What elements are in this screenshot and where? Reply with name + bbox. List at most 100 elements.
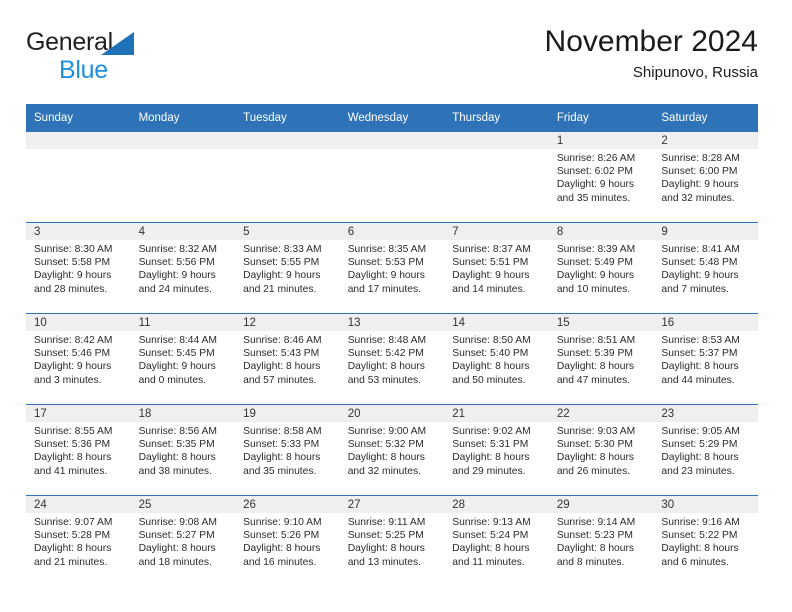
day-sun-info: Sunrise: 9:10 AM Sunset: 5:26 PM Daylight:… [235, 513, 340, 569]
generalblue-logo[interactable]: General Blue [26, 30, 246, 92]
day-number: 15 [548, 314, 654, 331]
calendar-day-cell[interactable]: 19 Sunrise: 8:58 AM Sunset: 5:33 PM Dayligh… [235, 404, 340, 496]
calendar-day-cell[interactable]: 20 Sunrise: 9:00 AM Sunset: 5:32 PM Dayligh… [339, 404, 445, 496]
calendar-day-cell[interactable]: 10 Sunrise: 8:42 AM Sunset: 5:46 PM Dayligh… [26, 313, 131, 405]
day-number: 28 [444, 496, 549, 513]
calendar-week-row: 24 Sunrise: 9:07 AM Sunset: 5:28 PM Dayligh… [26, 495, 758, 586]
calendar-cell-empty [130, 132, 236, 223]
calendar-day-cell[interactable]: 2 Sunrise: 8:28 AM Sunset: 6:00 PM Daylight… [653, 132, 758, 223]
day-sun-info: Sunrise: 8:48 AM Sunset: 5:42 PM Daylight:… [340, 331, 445, 387]
calendar-day-cell[interactable]: 24 Sunrise: 9:07 AM Sunset: 5:28 PM Dayligh… [26, 495, 131, 586]
daylight-text-line1: Daylight: 9 hours [661, 270, 739, 282]
calendar-day-cell[interactable]: 6 Sunrise: 8:35 AM Sunset: 5:53 PM Daylight… [339, 222, 445, 314]
calendar-day-cell[interactable]: 17 Sunrise: 8:55 AM Sunset: 5:36 PM Dayligh… [26, 404, 131, 496]
calendar-day-cell[interactable]: 27 Sunrise: 9:11 AM Sunset: 5:25 PM Dayligh… [339, 495, 445, 586]
daylight-text-line1: Daylight: 9 hours [661, 179, 739, 191]
sunrise-text: Sunrise: 9:10 AM [243, 517, 322, 528]
day-sun-info: Sunrise: 8:39 AM Sunset: 5:49 PM Daylight:… [549, 240, 654, 296]
daylight-text-line2: and 10 minutes. [556, 283, 631, 295]
day-sun-info: Sunrise: 9:13 AM Sunset: 5:24 PM Daylight:… [444, 513, 549, 569]
day-sun-info: Sunrise: 8:42 AM Sunset: 5:46 PM Daylight:… [26, 331, 131, 387]
calendar-day-cell[interactable]: 4 Sunrise: 8:32 AM Sunset: 5:56 PM Daylight… [130, 222, 236, 314]
calendar-day-cell[interactable]: 13 Sunrise: 8:48 AM Sunset: 5:42 PM Dayligh… [339, 313, 445, 405]
day-number: 23 [653, 405, 758, 422]
daylight-text-line1: Daylight: 9 hours [34, 361, 112, 373]
calendar-day-cell[interactable]: 15 Sunrise: 8:51 AM Sunset: 5:39 PM Dayligh… [548, 313, 654, 405]
daylight-text-line1: Daylight: 9 hours [556, 179, 635, 191]
sunset-text: Sunset: 5:31 PM [452, 439, 529, 451]
day-cell-inner: 18 Sunrise: 8:56 AM Sunset: 5:35 PM Dayligh… [130, 405, 236, 493]
daylight-text-line2: and 44 minutes. [661, 374, 735, 386]
calendar-day-cell[interactable]: 22 Sunrise: 9:03 AM Sunset: 5:30 PM Dayligh… [548, 404, 654, 496]
day-cell-inner: 2 Sunrise: 8:28 AM Sunset: 6:00 PM Daylight… [653, 132, 758, 220]
weekday-header-monday: Monday [130, 104, 236, 132]
sunrise-text: Sunrise: 8:30 AM [34, 244, 113, 255]
weekday-header-wednesday: Wednesday [339, 104, 445, 132]
day-cell-inner: 10 Sunrise: 8:42 AM Sunset: 5:46 PM Dayligh… [26, 314, 131, 402]
daylight-text-line2: and 53 minutes. [347, 374, 421, 386]
sunset-text: Sunset: 6:00 PM [661, 166, 738, 178]
calendar-day-cell[interactable]: 16 Sunrise: 8:53 AM Sunset: 5:37 PM Dayligh… [653, 313, 758, 405]
calendar-day-cell[interactable]: 29 Sunrise: 9:14 AM Sunset: 5:23 PM Dayligh… [548, 495, 654, 586]
daylight-text-line2: and 16 minutes. [243, 556, 317, 568]
calendar-cell-empty [339, 132, 445, 223]
sunrise-text: Sunrise: 9:00 AM [347, 426, 427, 437]
sunset-text: Sunset: 5:33 PM [243, 439, 320, 451]
day-cell-inner: 17 Sunrise: 8:55 AM Sunset: 5:36 PM Dayligh… [26, 405, 131, 493]
calendar-page: General Blue November 2024 Shipunovo, Ru… [0, 0, 792, 612]
calendar-day-cell[interactable]: 12 Sunrise: 8:46 AM Sunset: 5:43 PM Dayligh… [235, 313, 340, 405]
day-sun-info: Sunrise: 8:50 AM Sunset: 5:40 PM Daylight:… [444, 331, 549, 387]
daylight-text-line2: and 41 minutes. [34, 465, 108, 477]
calendar-day-cell[interactable]: 5 Sunrise: 8:33 AM Sunset: 5:55 PM Daylight… [235, 222, 340, 314]
sunrise-text: Sunrise: 9:11 AM [347, 517, 426, 528]
sunrise-text: Sunrise: 8:44 AM [138, 335, 217, 346]
calendar-day-cell[interactable]: 14 Sunrise: 8:50 AM Sunset: 5:40 PM Dayligh… [444, 313, 549, 405]
calendar-day-cell[interactable]: 26 Sunrise: 9:10 AM Sunset: 5:26 PM Dayligh… [235, 495, 340, 586]
calendar-day-cell[interactable]: 7 Sunrise: 8:37 AM Sunset: 5:51 PM Daylight… [444, 222, 549, 314]
sunrise-text: Sunrise: 8:35 AM [347, 244, 427, 255]
daylight-text-line2: and 11 minutes. [452, 556, 525, 568]
calendar-week-row: 3 Sunrise: 8:30 AM Sunset: 5:58 PM Daylight… [26, 222, 758, 314]
daylight-text-line2: and 6 minutes. [661, 556, 729, 568]
sunset-text: Sunset: 5:58 PM [34, 257, 111, 269]
day-cell-inner: 28 Sunrise: 9:13 AM Sunset: 5:24 PM Dayligh… [444, 496, 549, 584]
daylight-text-line2: and 21 minutes. [34, 556, 108, 568]
sunset-text: Sunset: 5:55 PM [243, 257, 320, 269]
sunset-text: Sunset: 5:39 PM [556, 348, 633, 360]
calendar-day-cell[interactable]: 18 Sunrise: 8:56 AM Sunset: 5:35 PM Dayligh… [130, 404, 236, 496]
calendar-day-cell[interactable]: 23 Sunrise: 9:05 AM Sunset: 5:29 PM Dayligh… [653, 404, 758, 496]
calendar-day-cell[interactable]: 9 Sunrise: 8:41 AM Sunset: 5:48 PM Daylight… [653, 222, 758, 314]
daylight-text-line2: and 17 minutes. [347, 283, 421, 295]
day-number: 30 [653, 496, 758, 513]
daylight-text-line1: Daylight: 8 hours [661, 452, 739, 464]
calendar-day-cell[interactable]: 11 Sunrise: 8:44 AM Sunset: 5:45 PM Dayligh… [130, 313, 236, 405]
daylight-text-line2: and 3 minutes. [34, 374, 102, 386]
day-cell-inner: 25 Sunrise: 9:08 AM Sunset: 5:27 PM Dayligh… [130, 496, 236, 584]
logo-text-blue: Blue [59, 56, 108, 84]
day-number: 13 [339, 314, 445, 331]
day-number [444, 132, 549, 149]
day-number: 3 [26, 223, 131, 240]
sunset-text: Sunset: 5:35 PM [138, 439, 215, 451]
calendar-day-cell[interactable]: 25 Sunrise: 9:08 AM Sunset: 5:27 PM Dayligh… [130, 495, 236, 586]
sunrise-text: Sunrise: 8:53 AM [661, 335, 740, 346]
sunset-text: Sunset: 5:27 PM [138, 530, 215, 542]
daylight-text-line1: Daylight: 9 hours [243, 270, 321, 282]
calendar-day-cell[interactable]: 21 Sunrise: 9:02 AM Sunset: 5:31 PM Dayligh… [444, 404, 549, 496]
day-sun-info: Sunrise: 8:46 AM Sunset: 5:43 PM Daylight:… [235, 331, 340, 387]
calendar-day-cell[interactable]: 28 Sunrise: 9:13 AM Sunset: 5:24 PM Dayligh… [444, 495, 549, 586]
sunset-text: Sunset: 5:24 PM [452, 530, 529, 542]
day-sun-info: Sunrise: 9:05 AM Sunset: 5:29 PM Daylight:… [653, 422, 758, 478]
sunset-text: Sunset: 6:02 PM [556, 166, 633, 178]
calendar-day-cell[interactable]: 30 Sunrise: 9:16 AM Sunset: 5:22 PM Dayligh… [653, 495, 758, 586]
daylight-text-line2: and 24 minutes. [138, 283, 212, 295]
calendar-day-cell[interactable]: 1 Sunrise: 8:26 AM Sunset: 6:02 PM Daylight… [548, 132, 654, 223]
calendar-day-cell[interactable]: 8 Sunrise: 8:39 AM Sunset: 5:49 PM Daylight… [548, 222, 654, 314]
day-sun-info: Sunrise: 8:55 AM Sunset: 5:36 PM Daylight:… [26, 422, 131, 478]
day-sun-info: Sunrise: 9:03 AM Sunset: 5:30 PM Daylight:… [549, 422, 654, 478]
title-block: November 2024 Shipunovo, Russia [545, 24, 758, 82]
day-cell-inner: 23 Sunrise: 9:05 AM Sunset: 5:29 PM Dayligh… [653, 405, 758, 493]
calendar-cell-empty [26, 132, 131, 223]
calendar-day-cell[interactable]: 3 Sunrise: 8:30 AM Sunset: 5:58 PM Daylight… [26, 222, 131, 314]
weekday-header-tuesday: Tuesday [235, 104, 340, 132]
